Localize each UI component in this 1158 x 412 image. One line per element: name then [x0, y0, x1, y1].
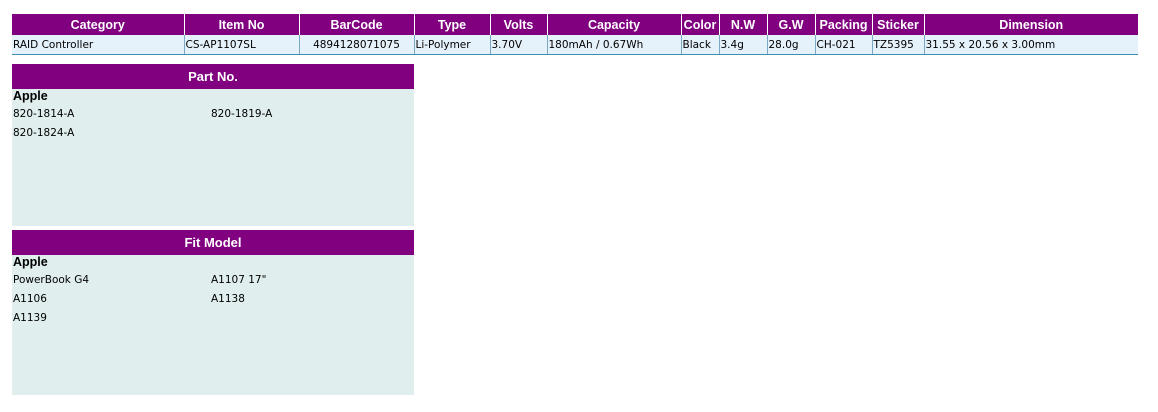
header-packing: Packing: [815, 14, 873, 35]
fit-model-item: A1107 17": [211, 274, 267, 286]
part-no-item: 820-1824-A: [13, 127, 75, 139]
cell-item-no: CS-AP1107SL: [184, 35, 300, 55]
spec-data-row: RAID Controller CS-AP1107SL 489412807107…: [12, 35, 1138, 55]
part-no-list: 820-1814-A 820-1819-A 820-1824-A: [12, 104, 414, 142]
header-volts: Volts: [490, 14, 548, 35]
fit-model-panel: Fit Model Apple PowerBook G4 A1107 17" A…: [12, 230, 414, 395]
fit-model-brand: Apple: [13, 255, 48, 269]
fit-model-list: PowerBook G4 A1107 17" A1106 A1138 A1139: [12, 270, 414, 327]
part-no-item: 820-1819-A: [211, 108, 273, 120]
fit-model-item: A1139: [13, 312, 47, 324]
header-nw: N.W: [719, 14, 768, 35]
header-color: Color: [681, 14, 720, 35]
part-no-panel: Part No. Apple 820-1814-A 820-1819-A 820…: [12, 64, 414, 226]
fit-model-item: A1138: [211, 293, 245, 305]
part-no-title: Part No.: [12, 64, 414, 89]
cell-capacity: 180mAh / 0.67Wh: [547, 35, 682, 55]
fit-model-item: PowerBook G4: [13, 274, 90, 286]
fit-model-title: Fit Model: [12, 230, 414, 255]
fit-model-item: A1106: [13, 293, 47, 305]
header-barcode: BarCode: [299, 14, 415, 35]
spec-header-row: Category Item No BarCode Type Volts Capa…: [12, 14, 1138, 35]
part-no-brand: Apple: [13, 89, 48, 103]
cell-category: RAID Controller: [12, 35, 185, 55]
cell-packing: CH-021: [815, 35, 873, 55]
cell-nw: 3.4g: [719, 35, 768, 55]
cell-type: Li-Polymer: [414, 35, 491, 55]
cell-sticker: TZ5395: [872, 35, 925, 55]
spec-table: Category Item No BarCode Type Volts Capa…: [12, 14, 1138, 55]
header-capacity: Capacity: [547, 14, 682, 35]
cell-barcode: 4894128071075: [299, 35, 415, 55]
cell-color: Black: [681, 35, 720, 55]
cell-volts: 3.70V: [490, 35, 548, 55]
header-category: Category: [12, 14, 185, 35]
header-dimension: Dimension: [924, 14, 1138, 35]
part-no-item: 820-1814-A: [13, 108, 75, 120]
header-item-no: Item No: [184, 14, 300, 35]
cell-dimension: 31.55 x 20.56 x 3.00mm: [924, 35, 1138, 55]
header-type: Type: [414, 14, 491, 35]
header-sticker: Sticker: [872, 14, 925, 35]
header-gw: G.W: [767, 14, 816, 35]
cell-gw: 28.0g: [767, 35, 816, 55]
